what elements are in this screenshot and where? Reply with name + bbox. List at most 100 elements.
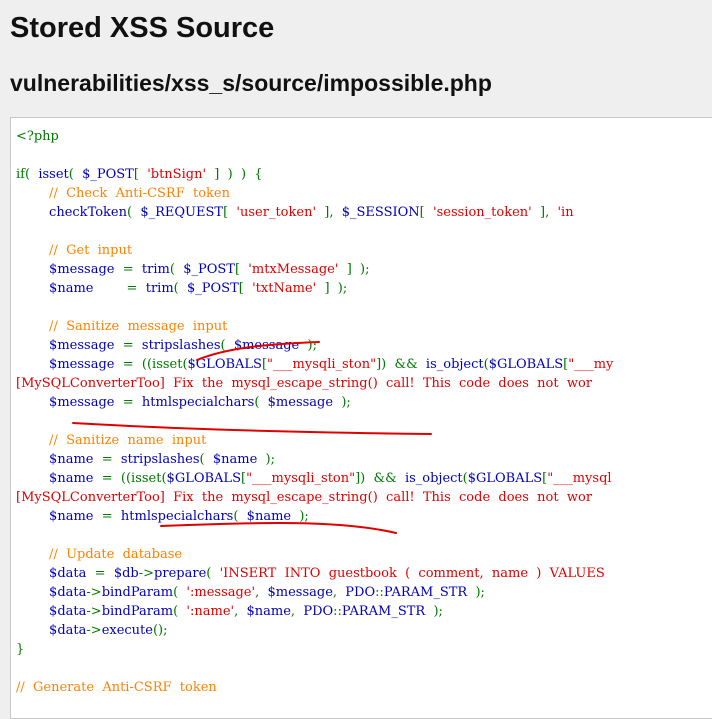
code-token: 'in	[557, 205, 574, 220]
code-token: $_POST	[82, 167, 134, 182]
code-token: ':name'	[186, 604, 235, 619]
code-line: // Sanitize name input	[16, 431, 206, 450]
code-token: }	[16, 642, 25, 657]
code-token: = ((isset(	[101, 471, 167, 486]
code-token: // Sanitize name input	[16, 433, 207, 448]
code-token: $name	[16, 509, 102, 524]
code-token: );	[425, 604, 443, 619]
code-token: ],	[531, 205, 558, 220]
code-token: );	[291, 509, 309, 524]
code-token: ':message'	[186, 585, 256, 600]
code-line: <?php	[16, 127, 59, 146]
code-line: $name = ((isset($GLOBALS["___mysqli_ston…	[16, 469, 612, 488]
code-token: (	[68, 167, 83, 182]
code-token: 'user_token'	[236, 205, 317, 220]
code-token: (	[220, 338, 234, 353]
code-token: $message	[267, 585, 333, 600]
code-token: execute	[101, 623, 153, 638]
code-token: [	[419, 205, 434, 220]
code-token: ();	[152, 623, 168, 638]
code-token: $data	[16, 585, 87, 600]
code-token: $data	[16, 604, 87, 619]
code-token: 'mtxMessage'	[248, 262, 339, 277]
code-token: $_POST	[183, 262, 235, 277]
code-token: // Update database	[16, 547, 183, 562]
code-token: ->	[86, 585, 102, 600]
code-token: ->	[86, 623, 102, 638]
code-line: // Update database	[16, 545, 182, 564]
code-token: $message	[16, 357, 123, 372]
code-token: "___mysqli_ston"	[267, 357, 377, 372]
code-token: [MySQLConverterToo] Fix the mysql_escape…	[16, 376, 593, 391]
code-token: [	[223, 205, 237, 220]
code-token: $name	[212, 452, 258, 467]
code-token: $name	[16, 452, 102, 467]
code-token: (	[173, 604, 187, 619]
code-token: $data	[16, 623, 87, 638]
code-line: $message = trim( $_POST[ 'mtxMessage' ] …	[16, 260, 369, 279]
code-token: (	[199, 452, 213, 467]
code-token: PARAM_STR	[383, 585, 468, 600]
code-token: ,	[255, 585, 268, 600]
code-token: // Check Anti-CSRF token	[16, 186, 230, 201]
code-token: $name	[16, 471, 102, 486]
code-token: prepare	[154, 566, 207, 581]
code-line: if( isset( $_POST[ 'btnSign' ] ) ) {	[16, 165, 263, 184]
code-token: stripslashes	[141, 338, 221, 353]
code-token: (	[173, 281, 187, 296]
code-line: [MySQLConverterToo] Fix the mysql_escape…	[16, 374, 592, 393]
code-token: trim	[145, 281, 174, 296]
code-token: htmlspecialchars	[141, 395, 255, 410]
code-token: [	[238, 281, 253, 296]
code-token: $name	[246, 509, 292, 524]
code-token: PARAM_STR	[341, 604, 426, 619]
code-token: $name	[246, 604, 291, 619]
code-token: "___mysql	[547, 471, 612, 486]
code-token: 'txtName'	[252, 281, 317, 296]
code-token: $name	[16, 281, 127, 296]
code-line: }	[16, 640, 24, 659]
code-line: $data = $db->prepare( 'INSERT INTO guest…	[16, 564, 605, 583]
code-token: (	[169, 262, 184, 277]
code-token: "___mysqli_ston"	[246, 471, 356, 486]
code-token: ],	[316, 205, 342, 220]
code-token: PDO	[345, 585, 376, 600]
code-token: $GLOBALS	[488, 357, 564, 372]
code-token: =	[122, 262, 142, 277]
code-token: ]) &&	[376, 357, 426, 372]
code-token: (	[206, 566, 220, 581]
code-token: =	[94, 566, 114, 581]
code-token: // Get input	[16, 243, 133, 258]
code-line: $name = stripslashes( $name );	[16, 450, 275, 469]
code-token: $_SESSION	[341, 205, 420, 220]
code-token: // Sanitize message input	[16, 319, 228, 334]
code-token: =	[122, 338, 142, 353]
code-token: (	[233, 509, 247, 524]
code-token: $message	[16, 395, 123, 410]
code-token: is_object	[404, 471, 463, 486]
code-token: // Generate Anti-CSRF token	[16, 680, 217, 695]
code-token: $message	[16, 338, 123, 353]
code-token: ,	[290, 604, 304, 619]
source-code-block: <?php if( isset( $_POST[ 'btnSign' ] ) ) …	[10, 117, 712, 719]
code-line: // Generate Anti-CSRF token	[16, 678, 217, 697]
code-token: htmlspecialchars	[120, 509, 234, 524]
code-line: $message = stripslashes( $message );	[16, 336, 317, 355]
code-token: ]) &&	[355, 471, 405, 486]
code-line: checkToken( $_REQUEST[ 'user_token' ], $…	[16, 203, 574, 222]
code-token: isset	[38, 167, 69, 182]
code-token: PDO	[303, 604, 334, 619]
page-title: Stored XSS Source	[10, 12, 275, 44]
code-token: $GLOBALS	[187, 357, 262, 372]
code-token: 'INSERT INTO guestbook ( comment, name )…	[219, 566, 605, 581]
code-token: [MySQLConverterToo] Fix the mysql_escape…	[16, 490, 593, 505]
code-token: ->	[86, 604, 102, 619]
code-token: ,	[332, 585, 346, 600]
code-token: );	[257, 452, 275, 467]
source-file-path: vulnerabilities/xss_s/source/impossible.…	[10, 70, 492, 96]
code-token: =	[122, 395, 142, 410]
code-token: checkToken	[16, 205, 127, 220]
code-token: $db	[113, 566, 139, 581]
code-token: );	[299, 338, 317, 353]
code-token: (	[127, 205, 141, 220]
